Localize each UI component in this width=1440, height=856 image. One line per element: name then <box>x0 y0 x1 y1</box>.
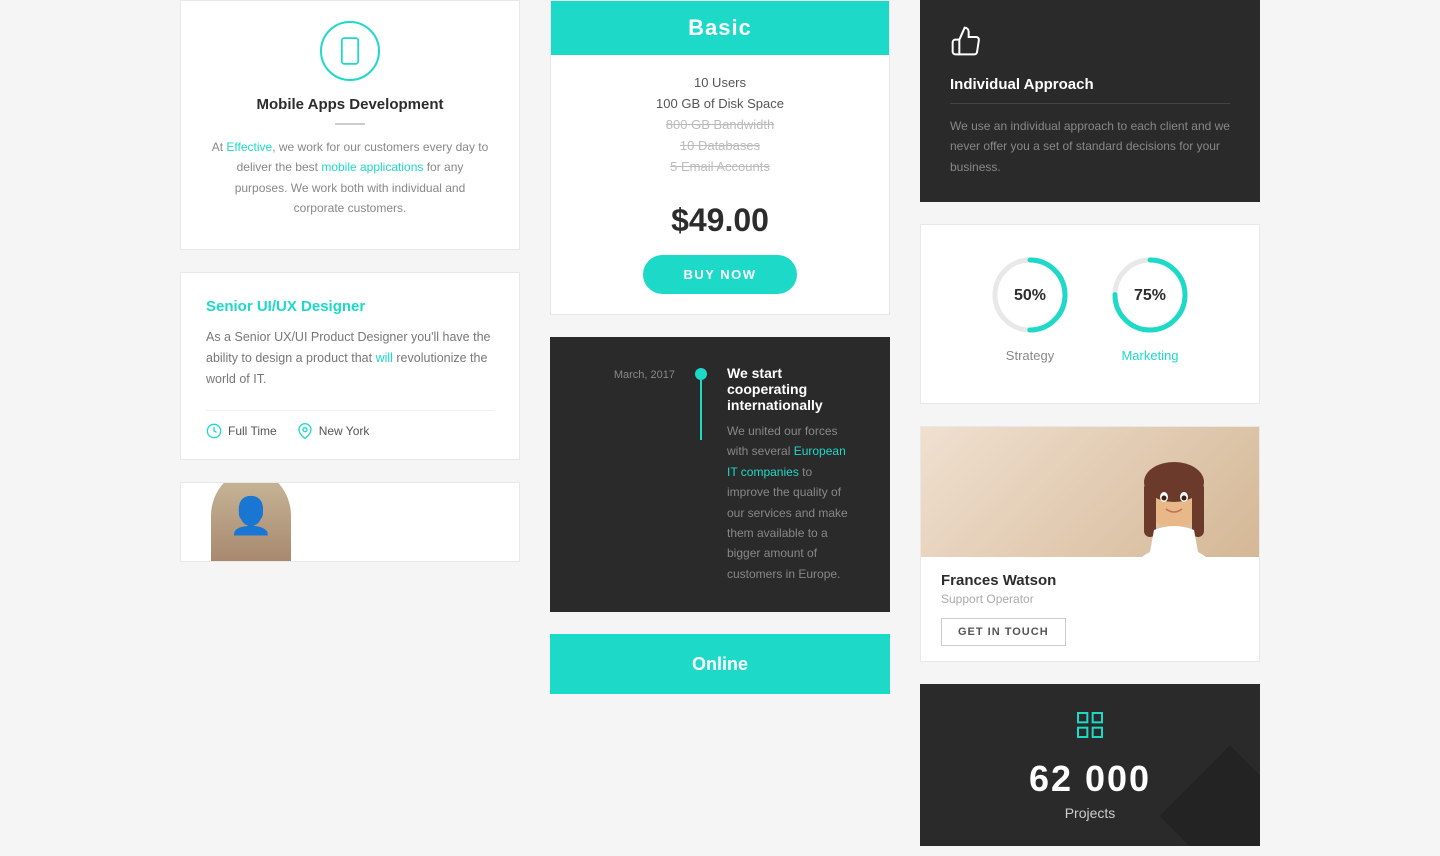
feature-bandwidth: 800 GB Bandwidth <box>571 117 869 132</box>
timeline-date: March, 2017 <box>614 369 675 381</box>
mobile-card-divider <box>335 123 365 125</box>
brand-highlight: Effective <box>226 140 272 154</box>
pricing-card: Basic 10 Users 100 GB of Disk Space 800 … <box>550 0 890 315</box>
approach-divider <box>950 103 1230 104</box>
job-type-item: Full Time <box>206 423 277 439</box>
job-card: Senior UI/UX Designer As a Senior UX/UI … <box>180 272 520 461</box>
timeline-date-section: March, 2017 <box>585 365 675 383</box>
mobile-card-title: Mobile Apps Development <box>211 96 489 113</box>
green-cta-strip[interactable]: Online <box>550 634 890 694</box>
stats-icon <box>1074 709 1106 748</box>
column-3: Individual Approach We use an individual… <box>920 0 1260 856</box>
timeline-title: We start cooperating internationally <box>727 365 855 413</box>
strategy-ring-item: 50% Strategy <box>985 250 1075 363</box>
frances-portrait-svg <box>1089 427 1259 557</box>
approach-title: Individual Approach <box>950 76 1230 93</box>
job-location-item: New York <box>297 423 370 439</box>
job-highlight: will <box>376 351 393 365</box>
feature-databases: 10 Databases <box>571 138 869 153</box>
stats-label: Projects <box>1065 805 1116 821</box>
skills-card: 50% Strategy 75% Marketing <box>920 224 1260 404</box>
frances-photo <box>921 427 1259 557</box>
location-icon <box>297 423 313 439</box>
approach-card: Individual Approach We use an individual… <box>920 0 1260 202</box>
job-meta: Full Time New York <box>206 410 494 439</box>
mobile-apps-card: Mobile Apps Development At Effective, we… <box>180 0 520 250</box>
frances-card: Frances Watson Support Operator GET IN T… <box>920 426 1260 662</box>
timeline-dot <box>695 368 707 380</box>
marketing-ring-svg: 75% <box>1105 250 1195 340</box>
strategy-ring-svg: 50% <box>985 250 1075 340</box>
skills-rings-container: 50% Strategy 75% Marketing <box>941 250 1239 363</box>
pricing-header: Basic <box>551 1 889 55</box>
marketing-ring-item: 75% Marketing <box>1105 250 1195 363</box>
stats-card: 62 000 Projects <box>920 684 1260 846</box>
approach-icon <box>950 25 1230 64</box>
timeline-connector <box>695 365 707 440</box>
person-bottom-card: 👤 <box>180 482 520 562</box>
stats-number: 62 000 <box>1029 758 1151 800</box>
mobile-card-description: At Effective, we work for our customers … <box>211 137 489 219</box>
frances-name: Frances Watson <box>941 572 1239 589</box>
pricing-price: $49.00 <box>551 202 889 239</box>
buy-now-button[interactable]: BUY NOW <box>643 255 796 294</box>
pricing-plan-name: Basic <box>565 15 875 41</box>
green-cta-label: Online <box>692 654 748 675</box>
job-type-label: Full Time <box>228 424 277 438</box>
timeline-description: We united our forces with several Europe… <box>727 421 855 584</box>
apps-highlight: mobile applications <box>321 160 423 174</box>
grid-icon <box>1074 709 1106 741</box>
mobile-icon-circle <box>320 21 380 81</box>
job-title: Senior UI/UX Designer <box>206 298 494 315</box>
person-preview: 👤 <box>181 482 291 561</box>
approach-description: We use an individual approach to each cl… <box>950 116 1230 177</box>
column-1: Mobile Apps Development At Effective, we… <box>180 0 520 856</box>
thumbs-up-icon <box>950 25 982 57</box>
marketing-label: Marketing <box>1121 348 1178 363</box>
get-in-touch-button[interactable]: GET IN TOUCH <box>941 618 1066 646</box>
timeline-line <box>700 380 702 440</box>
job-description: As a Senior UX/UI Product Designer you'l… <box>206 327 494 391</box>
feature-disk: 100 GB of Disk Space <box>571 96 869 111</box>
strategy-label: Strategy <box>1006 348 1054 363</box>
strategy-percent-text: 50% <box>1014 287 1046 304</box>
timeline-content: We start cooperating internationally We … <box>727 365 855 584</box>
timeline-highlight: European IT companies <box>727 444 846 478</box>
feature-users: 10 Users <box>571 75 869 90</box>
person-avatar-bottom: 👤 <box>211 482 291 561</box>
column-2: Basic 10 Users 100 GB of Disk Space 800 … <box>550 0 890 856</box>
feature-email: 5 Email Accounts <box>571 159 869 174</box>
frances-photo-bg <box>921 427 1259 557</box>
frances-role: Support Operator <box>941 592 1239 606</box>
smartphone-icon <box>336 37 364 65</box>
marketing-percent-text: 75% <box>1134 287 1166 304</box>
job-location-label: New York <box>319 424 370 438</box>
frances-info: Frances Watson Support Operator GET IN T… <box>921 557 1259 661</box>
timeline-card: March, 2017 We start cooperating interna… <box>550 337 890 612</box>
clock-icon <box>206 423 222 439</box>
pricing-features: 10 Users 100 GB of Disk Space 800 GB Ban… <box>551 55 889 190</box>
